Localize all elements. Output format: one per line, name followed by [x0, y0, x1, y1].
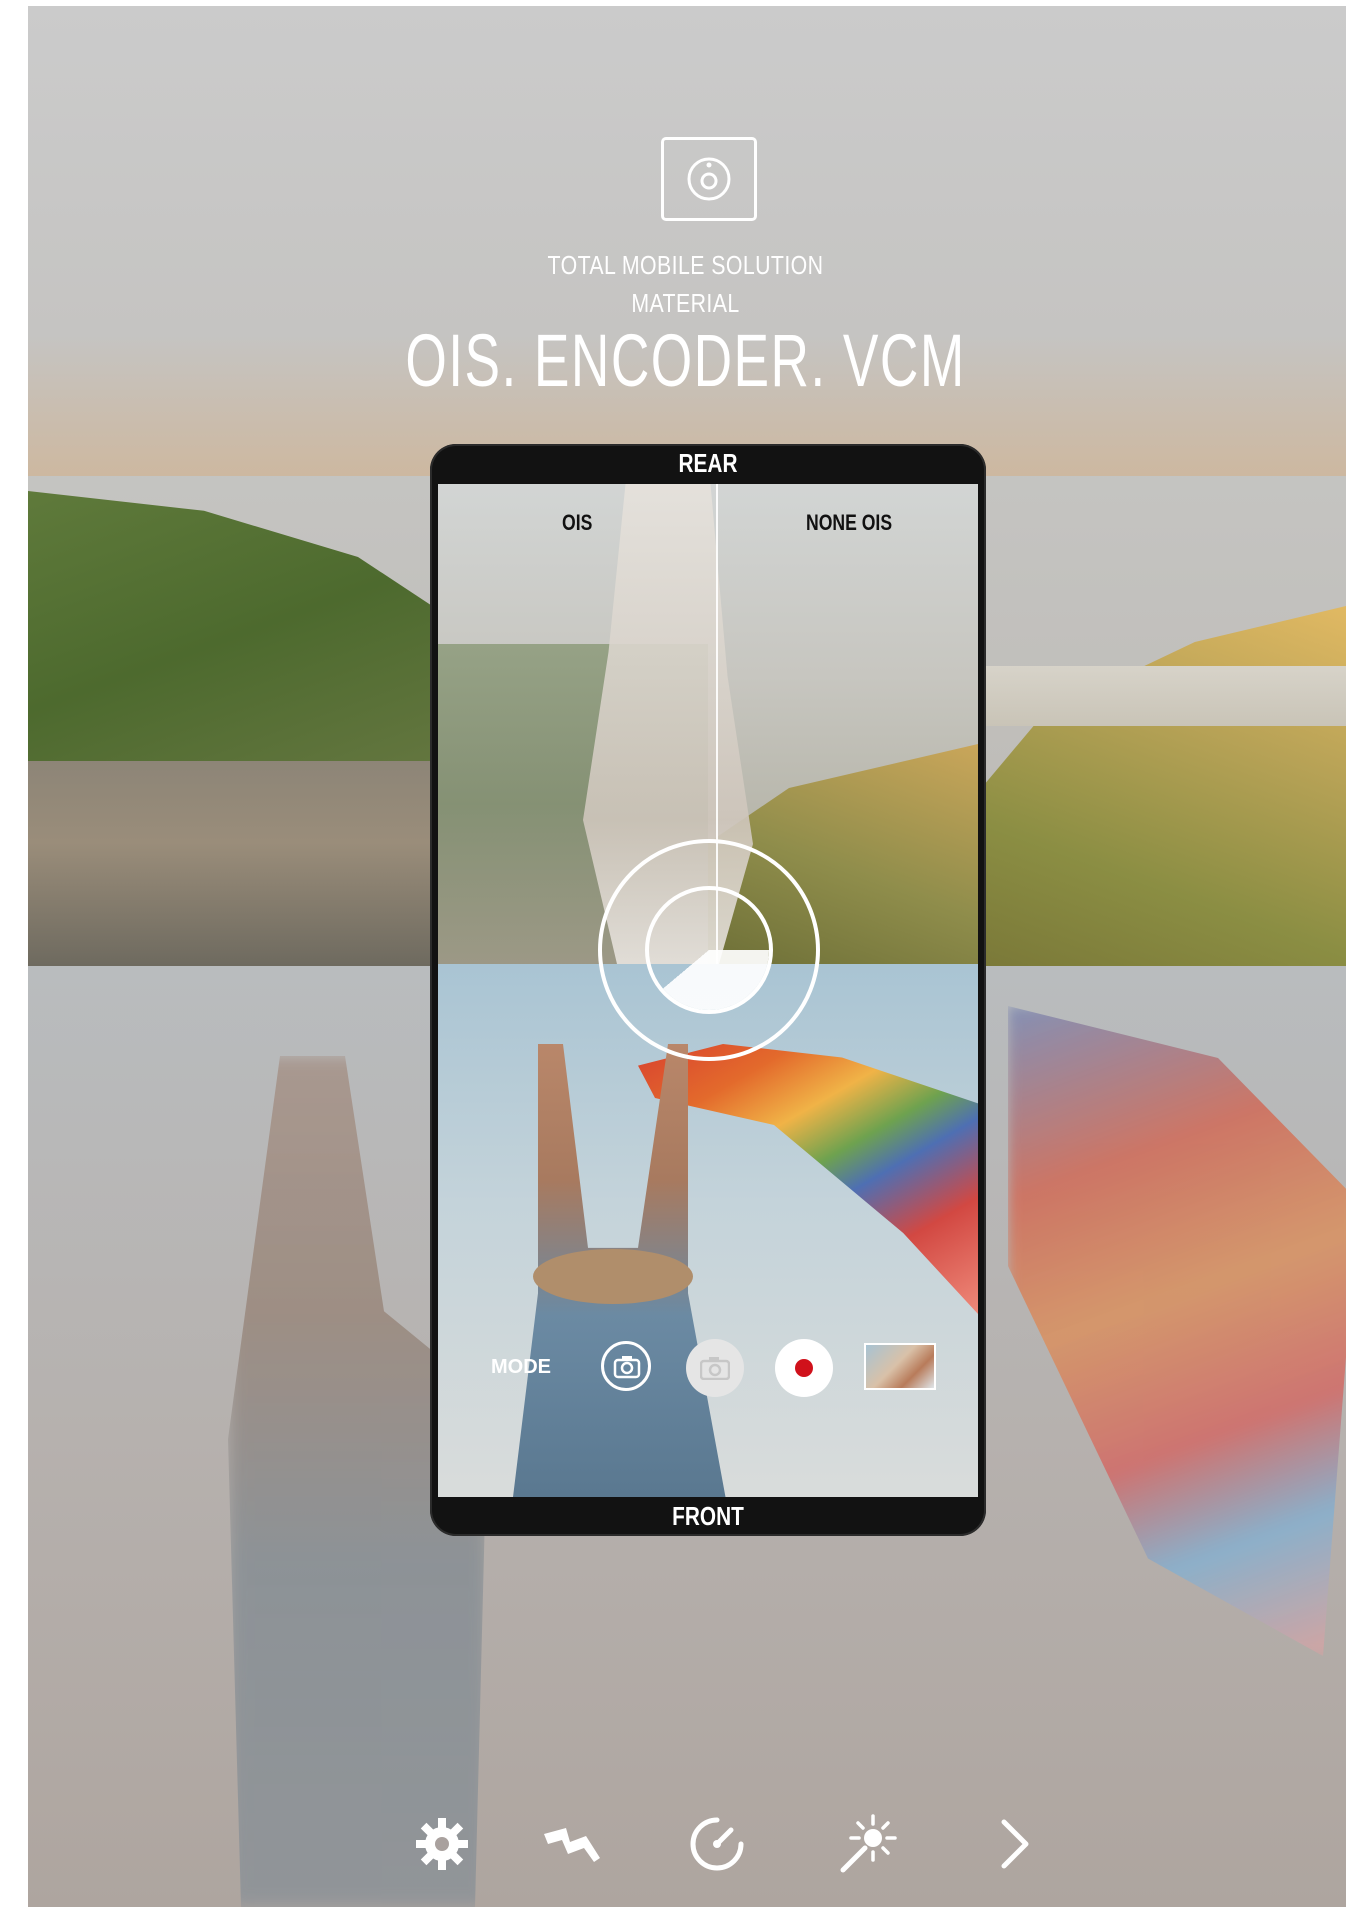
- stabilizer-button[interactable]: [685, 1812, 749, 1876]
- ois-label: OIS: [562, 510, 593, 535]
- front-label: FRONT: [672, 1501, 744, 1531]
- stabilizer-icon: [690, 1817, 744, 1871]
- switch-camera-button[interactable]: [601, 1341, 651, 1391]
- effects-button[interactable]: [835, 1812, 899, 1876]
- gear-icon: [416, 1818, 468, 1870]
- flash-button[interactable]: [540, 1812, 604, 1876]
- camera-viewfinder[interactable]: OIS NONE OIS MODE: [438, 484, 978, 1497]
- bottom-toolbar: [0, 1812, 1371, 1882]
- header-line-2: MATERIAL: [631, 288, 740, 318]
- page-title: OIS. ENCODER. VCM: [405, 319, 966, 402]
- switch-camera-icon: [613, 1356, 641, 1379]
- record-dot-icon: [795, 1359, 813, 1377]
- header-line-1: TOTAL MOBILE SOLUTION: [547, 250, 824, 280]
- camera-logo-icon: [661, 137, 757, 221]
- background-grass: [968, 606, 1346, 966]
- stabilizer-indicator: [645, 886, 773, 1014]
- background-sky: [28, 6, 1346, 476]
- chevron-right-icon: [1001, 1819, 1029, 1869]
- phone-frame: REAR OIS NONE OIS MODE FRONT: [430, 444, 986, 1536]
- next-button[interactable]: [982, 1812, 1046, 1876]
- mode-button[interactable]: MODE: [491, 1356, 551, 1379]
- photo-capture-button[interactable]: [686, 1339, 744, 1397]
- gallery-thumbnail[interactable]: [864, 1343, 936, 1390]
- settings-button[interactable]: [410, 1812, 474, 1876]
- background-sea: [968, 666, 1346, 726]
- stabilizer-wedge: [649, 890, 769, 1010]
- rear-label: REAR: [678, 448, 738, 478]
- flash-icon: [544, 1828, 600, 1862]
- record-button[interactable]: [775, 1339, 833, 1397]
- front-preview-hat: [533, 1249, 693, 1304]
- magic-wand-icon: [840, 1814, 897, 1873]
- none-ois-label: NONE OIS: [806, 510, 893, 535]
- background-cliff: [28, 761, 468, 966]
- camera-icon: [700, 1357, 730, 1380]
